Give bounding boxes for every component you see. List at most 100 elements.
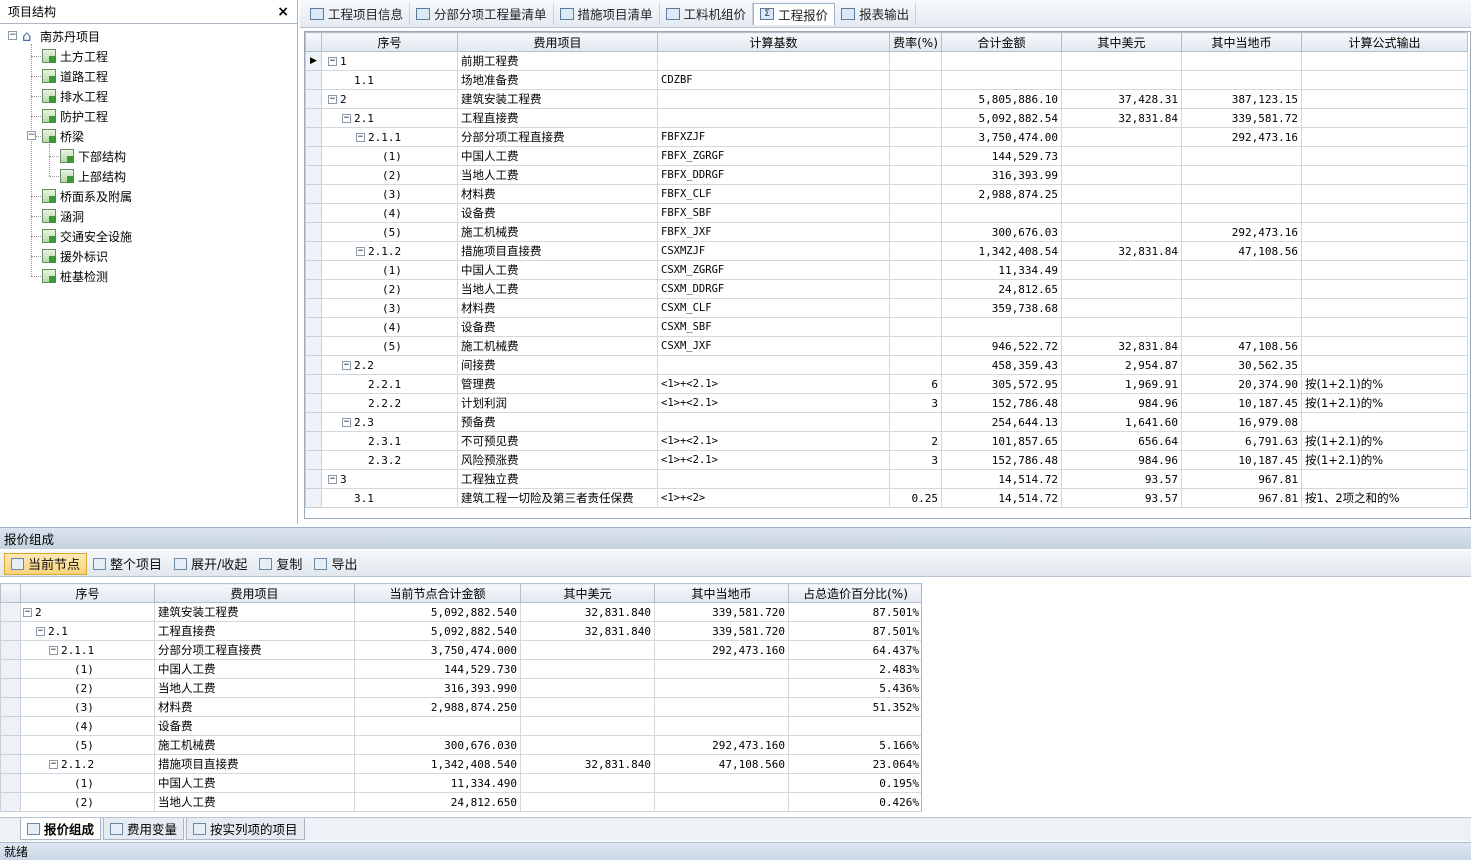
cell-item[interactable]: 建筑工程一切险及第三者责任保费 [457,488,658,508]
column-header[interactable]: 其中当地币 [1181,32,1302,52]
tab-info[interactable]: 工程项目信息 [304,2,411,25]
cell-item[interactable]: 施工机械费 [154,735,355,755]
row-indicator[interactable] [305,450,322,470]
cell-usd[interactable]: 984.96 [1061,393,1182,413]
cell-seq[interactable]: (2) [20,678,155,698]
cell-local[interactable]: 47,108.56 [1181,241,1302,261]
row-indicator[interactable] [0,716,21,736]
cell-base[interactable] [657,51,890,71]
cell-formula[interactable] [1301,317,1468,337]
cell-seq[interactable]: 2.2.2 [321,393,458,413]
row-indicator[interactable] [0,659,21,679]
tree-item-8[interactable]: 桥面系及附属 [42,186,132,206]
tab-report[interactable]: 报表输出 [835,2,917,25]
table-row[interactable]: −2.1.1 分部分项工程直接费 FBFXZJF 3,750,474.00 292,47… [305,127,1468,147]
cell-formula[interactable]: 按(1+2.1)的% [1301,431,1468,451]
cell-usd[interactable] [520,735,655,755]
cell-local[interactable] [654,697,789,717]
cell-local[interactable]: 20,374.90 [1181,374,1302,394]
cell-local[interactable] [1181,165,1302,185]
column-header[interactable]: 费用项目 [457,32,658,52]
cell-total[interactable]: 458,359.43 [941,355,1062,375]
cell-formula[interactable] [1301,146,1468,166]
cell-rate[interactable] [889,51,942,71]
cell-base[interactable] [657,469,890,489]
cell-rate[interactable] [889,222,942,242]
cell-seq[interactable]: (1) [321,260,458,280]
cell-total[interactable]: 11,334.49 [941,260,1062,280]
cell-seq[interactable]: −2 [321,89,458,109]
cell-local[interactable]: 10,187.45 [1181,393,1302,413]
current-node-button[interactable]: 当前节点 [4,552,88,575]
cell-formula[interactable]: 按(1+2.1)的% [1301,374,1468,394]
cell-rate[interactable] [889,127,942,147]
cell-percent[interactable]: 87.501% [788,621,921,641]
table-row[interactable]: (4) 设备费 FBFX_SBF [305,203,1468,223]
cell-local[interactable] [1181,51,1302,71]
collapse-icon[interactable]: − [49,760,58,769]
cell-seq[interactable]: 2.3.2 [321,450,458,470]
cell-item[interactable]: 工程直接费 [154,621,355,641]
cell-seq[interactable]: −2.3 [321,412,458,432]
cell-usd[interactable] [1061,184,1182,204]
cell-rate[interactable] [889,241,942,261]
cell-item[interactable]: 工程独立费 [457,469,658,489]
column-header[interactable]: 占总造价百分比(%) [788,583,921,603]
cell-usd[interactable]: 32,831.840 [520,621,655,641]
cell-rate[interactable] [889,184,942,204]
cell-total[interactable]: 2,988,874.25 [941,184,1062,204]
cell-formula[interactable] [1301,70,1468,90]
cell-usd[interactable] [1061,203,1182,223]
column-header[interactable]: 当前节点合计金额 [354,583,521,603]
cell-item[interactable]: 建筑安装工程费 [154,602,355,622]
cell-total[interactable]: 152,786.48 [941,393,1062,413]
cell-usd[interactable]: 32,831.840 [520,602,655,622]
cell-item[interactable]: 措施项目直接费 [154,754,355,774]
row-indicator[interactable] [305,108,322,128]
cell-base[interactable] [657,355,890,375]
cell-local[interactable]: 47,108.560 [654,754,789,774]
cell-rate[interactable] [889,165,942,185]
collapse-icon[interactable]: − [328,475,337,484]
column-header[interactable]: 其中美元 [520,583,655,603]
cell-usd[interactable] [520,640,655,660]
row-indicator[interactable] [305,89,322,109]
row-indicator[interactable] [305,127,322,147]
row-indicator[interactable] [305,241,322,261]
cell-local[interactable]: 339,581.72 [1181,108,1302,128]
cell-base[interactable]: <1>+<2> [657,488,890,508]
cell-item[interactable]: 措施项目直接费 [457,241,658,261]
row-indicator[interactable] [305,431,322,451]
cell-usd[interactable] [520,773,655,793]
cell-usd[interactable]: 1,641.60 [1061,412,1182,432]
cell-local[interactable] [654,773,789,793]
cell-local[interactable] [1181,260,1302,280]
cell-percent[interactable]: 64.437% [788,640,921,660]
cell-rate[interactable] [889,203,942,223]
cell-seq[interactable]: −2.2 [321,355,458,375]
cell-formula[interactable] [1301,203,1468,223]
cell-usd[interactable] [1061,279,1182,299]
cell-seq[interactable]: 3.1 [321,488,458,508]
cell-total[interactable]: 144,529.73 [941,146,1062,166]
tree-item-7[interactable]: 上部结构 [60,166,126,186]
cell-total[interactable]: 152,786.48 [941,450,1062,470]
export-button[interactable]: 导出 [308,553,363,575]
cell-formula[interactable] [1301,51,1468,71]
cell-total[interactable] [941,203,1062,223]
cell-local[interactable]: 292,473.16 [1181,222,1302,242]
cell-formula[interactable] [1301,165,1468,185]
row-indicator[interactable] [305,279,322,299]
cell-seq[interactable]: (5) [321,336,458,356]
row-indicator[interactable] [305,336,322,356]
cell-seq[interactable]: 2.2.1 [321,374,458,394]
cell-usd[interactable] [1061,260,1182,280]
cell-item[interactable]: 材料费 [154,697,355,717]
table-row[interactable]: −2.1 工程直接费 5,092,882.54 32,831.84 339,581.72 [305,108,1468,128]
cell-formula[interactable] [1301,184,1468,204]
cell-node-total[interactable]: 2,988,874.250 [354,697,521,717]
cell-seq[interactable]: (1) [321,146,458,166]
row-indicator[interactable] [305,412,322,432]
row-indicator[interactable] [305,70,322,90]
row-indicator[interactable] [305,260,322,280]
